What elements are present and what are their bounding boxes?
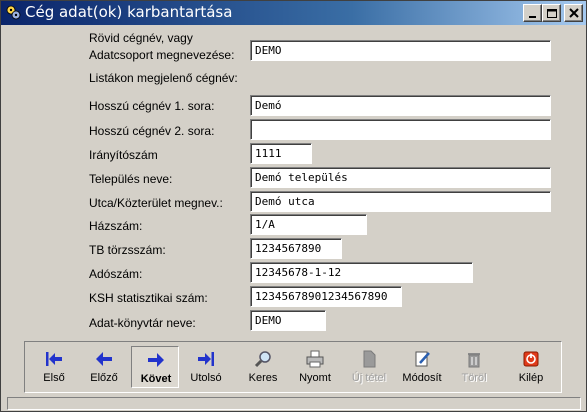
edit-record-button[interactable]: Módosít — [398, 346, 446, 388]
search-label: Keres — [248, 372, 278, 384]
short-name-label-line1: Rövid cégnév, vagy — [89, 31, 193, 45]
exit-icon — [523, 351, 539, 367]
record-toolbar: Első Előző Követ Utolsó Keres Nyomt Új t… — [24, 341, 562, 393]
ksh-number-field[interactable]: 12345678901234567890 — [250, 286, 402, 307]
close-button[interactable] — [564, 4, 583, 22]
trash-icon — [468, 353, 480, 368]
search-icon — [254, 351, 271, 368]
tax-number-field[interactable]: 12345678-1-12 — [250, 262, 473, 283]
street-field[interactable]: Demó utca — [250, 191, 551, 212]
house-number-field[interactable]: 1/A — [250, 214, 367, 235]
previous-record-button[interactable]: Előző — [80, 346, 128, 388]
first-record-button[interactable]: Első — [30, 346, 78, 388]
street-label: Utca/Közterület megnev.: — [89, 196, 223, 210]
title-bar[interactable]: Cég adat(ok) karbantartása — [1, 1, 586, 25]
new-document-icon — [363, 350, 376, 368]
long-name-1-label: Hosszú cégnév 1. sora: — [89, 99, 215, 113]
search-button[interactable]: Keres — [239, 346, 287, 388]
display-name-label: Listákon megjelenő cégnév: — [89, 71, 238, 85]
company-data-window: Cég adat(ok) karbantartása Rövid cégnév,… — [0, 0, 587, 412]
next-record-button[interactable]: Követ — [131, 346, 179, 388]
printer-icon — [306, 350, 324, 368]
app-icon — [6, 5, 21, 20]
delete-record-label: Töröl — [461, 372, 487, 384]
postal-code-field[interactable]: 1111 — [250, 143, 312, 164]
data-library-label: Adat-könyvtár neve: — [89, 316, 196, 330]
city-label: Település neve: — [89, 172, 173, 186]
short-name-field[interactable]: DEMO — [250, 40, 551, 61]
tb-number-label: TB törzsszám: — [89, 243, 166, 257]
maximize-icon — [547, 9, 557, 18]
arrow-right-icon — [148, 353, 164, 367]
window-title: Cég adat(ok) karbantartása — [25, 3, 233, 21]
house-number-label: Házszám: — [89, 219, 143, 233]
maximize-button[interactable] — [542, 4, 561, 22]
new-record-label: Új tétel — [351, 372, 387, 384]
edit-record-label: Módosít — [402, 372, 442, 384]
print-button[interactable]: Nyomt — [291, 346, 339, 388]
long-name-1-field[interactable]: Demó — [250, 95, 551, 116]
tb-number-field[interactable]: 1234567890 — [250, 238, 342, 259]
exit-button[interactable]: Kilép — [507, 346, 555, 388]
last-record-label: Utolsó — [190, 372, 222, 384]
new-record-button[interactable]: Új tétel — [345, 346, 393, 388]
first-record-icon — [46, 352, 62, 366]
ksh-number-label: KSH statisztikai szám: — [89, 291, 208, 305]
long-name-2-label: Hosszú cégnév 2. sora: — [89, 124, 215, 138]
arrow-left-icon — [96, 352, 112, 366]
long-name-2-field[interactable] — [250, 119, 551, 140]
first-record-label: Első — [43, 372, 65, 384]
status-bar — [7, 397, 581, 410]
next-record-label: Követ — [140, 373, 172, 385]
minimize-button[interactable] — [523, 4, 542, 22]
city-field[interactable]: Demó település — [250, 167, 551, 188]
last-record-button[interactable]: Utolsó — [182, 346, 230, 388]
previous-record-label: Előző — [90, 372, 118, 384]
data-library-field[interactable]: DEMO — [250, 310, 326, 331]
delete-record-button[interactable]: Töröl — [450, 346, 498, 388]
close-icon — [569, 8, 579, 18]
minimize-icon — [529, 16, 536, 18]
short-name-label-line2: Adatcsoport megnevezése: — [89, 48, 235, 62]
exit-label: Kilép — [518, 372, 544, 384]
edit-icon — [415, 351, 430, 367]
postal-code-label: Irányítószám — [89, 148, 158, 162]
print-label: Nyomt — [299, 372, 331, 384]
tax-number-label: Adószám: — [89, 267, 143, 281]
last-record-icon — [198, 352, 214, 366]
